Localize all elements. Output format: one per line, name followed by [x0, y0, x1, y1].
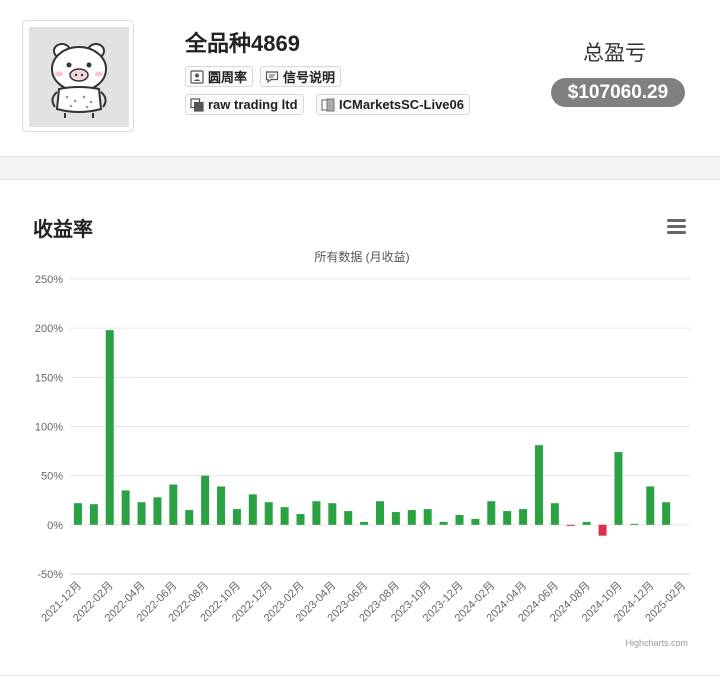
tag-label: 信号说明: [283, 70, 336, 85]
tag-pi[interactable]: 圆周率: [185, 66, 254, 87]
bar-2024-02月[interactable]: [487, 501, 496, 525]
bar-2024-07月[interactable]: [566, 524, 575, 526]
bar-2023-11月[interactable]: [439, 521, 448, 525]
tag-label: ICMarketsSC-Live06: [339, 97, 464, 112]
tag-label: raw trading ltd: [208, 97, 298, 112]
y-tick-label: 150%: [35, 372, 63, 384]
tag-server[interactable]: ICMarketsSC-Live06: [316, 94, 470, 115]
pig-avatar-icon: [51, 43, 107, 118]
y-tick-label: 100%: [35, 422, 63, 434]
bar-2024-12月[interactable]: [646, 486, 655, 525]
y-tick-label: 250%: [35, 274, 63, 286]
bar-2024-05月[interactable]: [534, 445, 543, 525]
server-icon: [321, 98, 335, 111]
tag-label: 圆周率: [208, 70, 248, 85]
bar-2022-03月[interactable]: [121, 490, 130, 525]
bar-2023-08月[interactable]: [391, 512, 400, 525]
bar-2022-01月[interactable]: [89, 504, 98, 525]
bar-2022-07月[interactable]: [185, 510, 194, 525]
bar-2023-01月[interactable]: [280, 507, 289, 525]
bar-2023-12月[interactable]: [455, 515, 464, 525]
y-tick-label: -50%: [37, 569, 63, 581]
chart-subtitle: 所有数据 (月收益): [314, 249, 409, 264]
bar-2023-02月[interactable]: [296, 514, 305, 525]
bar-2022-02月[interactable]: [105, 330, 114, 525]
x-axis: 2021-12月2022-02月2022-04月2022-06月2022-08月…: [39, 580, 688, 625]
total-pl-label: 总盈亏: [583, 42, 646, 65]
y-tick-label: 50%: [41, 471, 63, 483]
bar-2024-10月[interactable]: [614, 452, 623, 525]
bar-2024-04月[interactable]: [519, 509, 528, 525]
bar-2023-10月[interactable]: [423, 509, 432, 525]
bar-2022-12月[interactable]: [264, 502, 273, 525]
bar-2021-12月[interactable]: [73, 503, 82, 525]
copy-icon: [190, 97, 204, 112]
section-divider: [0, 156, 720, 180]
chart-credits[interactable]: Highcharts.com: [625, 638, 688, 648]
bar-2022-04月[interactable]: [137, 502, 146, 525]
bar-2024-01月[interactable]: [471, 518, 480, 525]
signal-name: 全品种4869: [185, 31, 300, 56]
bar-2023-07月[interactable]: [376, 501, 384, 525]
y-axis: -50% 0% 50% 100% 150% 200% 250%: [35, 274, 63, 581]
bar-2024-11月[interactable]: [630, 523, 639, 525]
bar-2024-03月[interactable]: [503, 511, 512, 525]
bar-2022-05月[interactable]: [153, 497, 162, 525]
bar-2023-09月[interactable]: [407, 510, 416, 525]
bar-2022-06月[interactable]: [169, 484, 178, 525]
comment-icon: [265, 70, 279, 83]
bar-2024-06月[interactable]: [550, 503, 559, 525]
bar-2022-10月[interactable]: [232, 509, 241, 525]
total-pl-value: $107060.29: [551, 78, 685, 107]
user-icon: [190, 69, 204, 84]
bar-2023-04月[interactable]: [328, 503, 337, 525]
tag-signal-description[interactable]: 信号说明: [260, 66, 342, 87]
chart-bars: [73, 330, 671, 536]
bar-2024-09月[interactable]: [598, 524, 607, 536]
bar-2024-08月[interactable]: [582, 521, 591, 525]
bar-2022-11月[interactable]: [248, 494, 257, 525]
bar-2023-03月[interactable]: [312, 501, 321, 525]
bar-2022-09月[interactable]: [217, 486, 226, 525]
y-tick-label: 0%: [47, 520, 63, 532]
bar-2023-06月[interactable]: [360, 521, 369, 525]
chart-grid: [70, 278, 690, 575]
signal-header: 全品种4869 圆周率 信号说明 raw trading ltd ICMarke…: [0, 0, 720, 156]
bar-2023-05月[interactable]: [344, 511, 353, 525]
bar-2022-08月[interactable]: [201, 475, 210, 525]
avatar[interactable]: [22, 20, 134, 132]
tag-broker[interactable]: raw trading ltd: [185, 94, 304, 115]
y-tick-label: 200%: [35, 323, 63, 335]
bar-2025-01月[interactable]: [662, 502, 671, 525]
returns-chart: 所有数据 (月收益) -50% 0% 50% 100% 150% 200% 250% 202…: [35, 249, 690, 648]
